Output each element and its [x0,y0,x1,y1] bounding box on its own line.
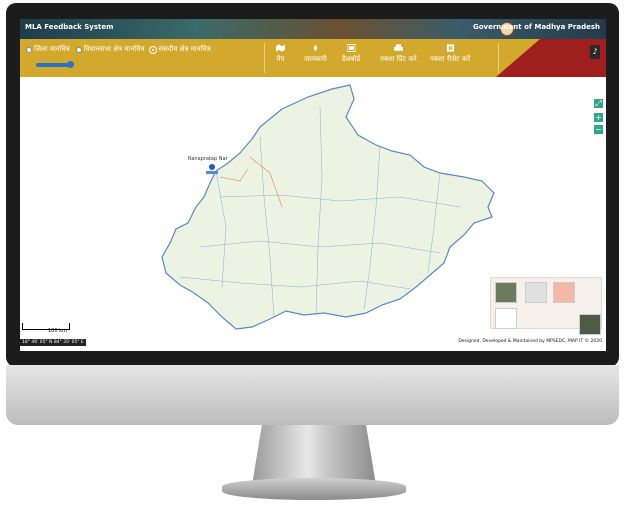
dashboard-icon [346,44,356,52]
radio-parliament-map[interactable]: संसदीय क्षेत्र मानचित्र [150,45,211,54]
monitor-stand-foot [222,478,406,500]
radio-dot[interactable] [75,46,82,53]
dashboard-label: डैशबोर्ड [342,55,361,63]
info-label: जानकारी [304,55,327,63]
government-title: Government of Madhya Pradesh [472,23,600,31]
map-button[interactable]: मैप [276,44,285,74]
radio-district-map[interactable]: जिला मानचित्र [26,45,70,54]
monitor-frame: MLA Feedback System Government of Madhya… [0,0,626,514]
reset-map-label: नक्शा रीसेट करें [430,55,471,63]
zoom-out-button[interactable]: − [594,125,603,134]
map-canvas[interactable]: Ranapratap Nar ⤢ + − 100 km 18° 46' 05" … [20,77,606,351]
opacity-slider-handle[interactable] [67,61,74,68]
basemap-terrain-tile[interactable] [553,282,575,303]
monitor-chin [6,365,619,425]
monitor-stand-neck [252,425,376,485]
basemap-switcher [490,277,602,335]
basemap-satellite-tile[interactable] [495,282,517,303]
compass-icon [313,44,318,52]
radio-label: विधानसभा क्षेत्र मानचित्र [83,45,145,53]
layer-radio-group: जिला मानचित्र विधानसभा क्षेत्र मानचित्र … [26,45,211,54]
divider [264,43,265,73]
print-map-button[interactable]: नक्शा प्रिंट करें [380,44,417,74]
opacity-slider[interactable] [36,63,70,67]
radio-assembly-map[interactable]: विधानसभा क्षेत्र मानचित्र [75,45,145,54]
close-icon [446,44,454,52]
app-title: MLA Feedback System [25,23,114,31]
map-label: मैप [276,55,285,63]
place-label: Ranapratap Nar [188,156,229,162]
radio-dot[interactable] [150,46,157,53]
rivers [206,171,218,174]
app-screen: MLA Feedback System Government of Madhya… [20,19,606,351]
zoom-in-button[interactable]: + [594,113,603,122]
coordinate-readout: 18° 46' 05" N 84° 35' 05" E [20,339,86,346]
music-note-icon[interactable]: ♪ [590,45,600,59]
dashboard-button[interactable]: डैशबोर्ड [342,44,360,74]
divider [498,43,499,73]
radio-label: जिला मानचित्र [34,45,70,53]
credit-text: Designed, Developed & Maintained by MPSE… [458,339,602,344]
state-boundary[interactable] [161,84,495,330]
radio-label: संसदीय क्षेत्र मानचित्र [158,45,211,53]
basemap-toggle-tile[interactable] [579,314,601,335]
info-button[interactable]: जानकारी [304,44,327,74]
header-banner: MLA Feedback System Government of Madhya… [20,19,606,39]
location-marker-icon[interactable] [209,164,215,170]
print-map-label: नक्शा प्रिंट करें [380,55,417,63]
scale-label: 100 km [48,328,67,334]
fullscreen-icon[interactable]: ⤢ [594,99,603,108]
basemap-blank-tile[interactable] [495,308,517,329]
basemap-gray-tile[interactable] [525,282,547,303]
map-icon [276,44,285,52]
radio-dot[interactable] [26,46,32,53]
print-icon [393,44,403,51]
reset-map-button[interactable]: नक्शा रीसेट करें [430,44,470,74]
